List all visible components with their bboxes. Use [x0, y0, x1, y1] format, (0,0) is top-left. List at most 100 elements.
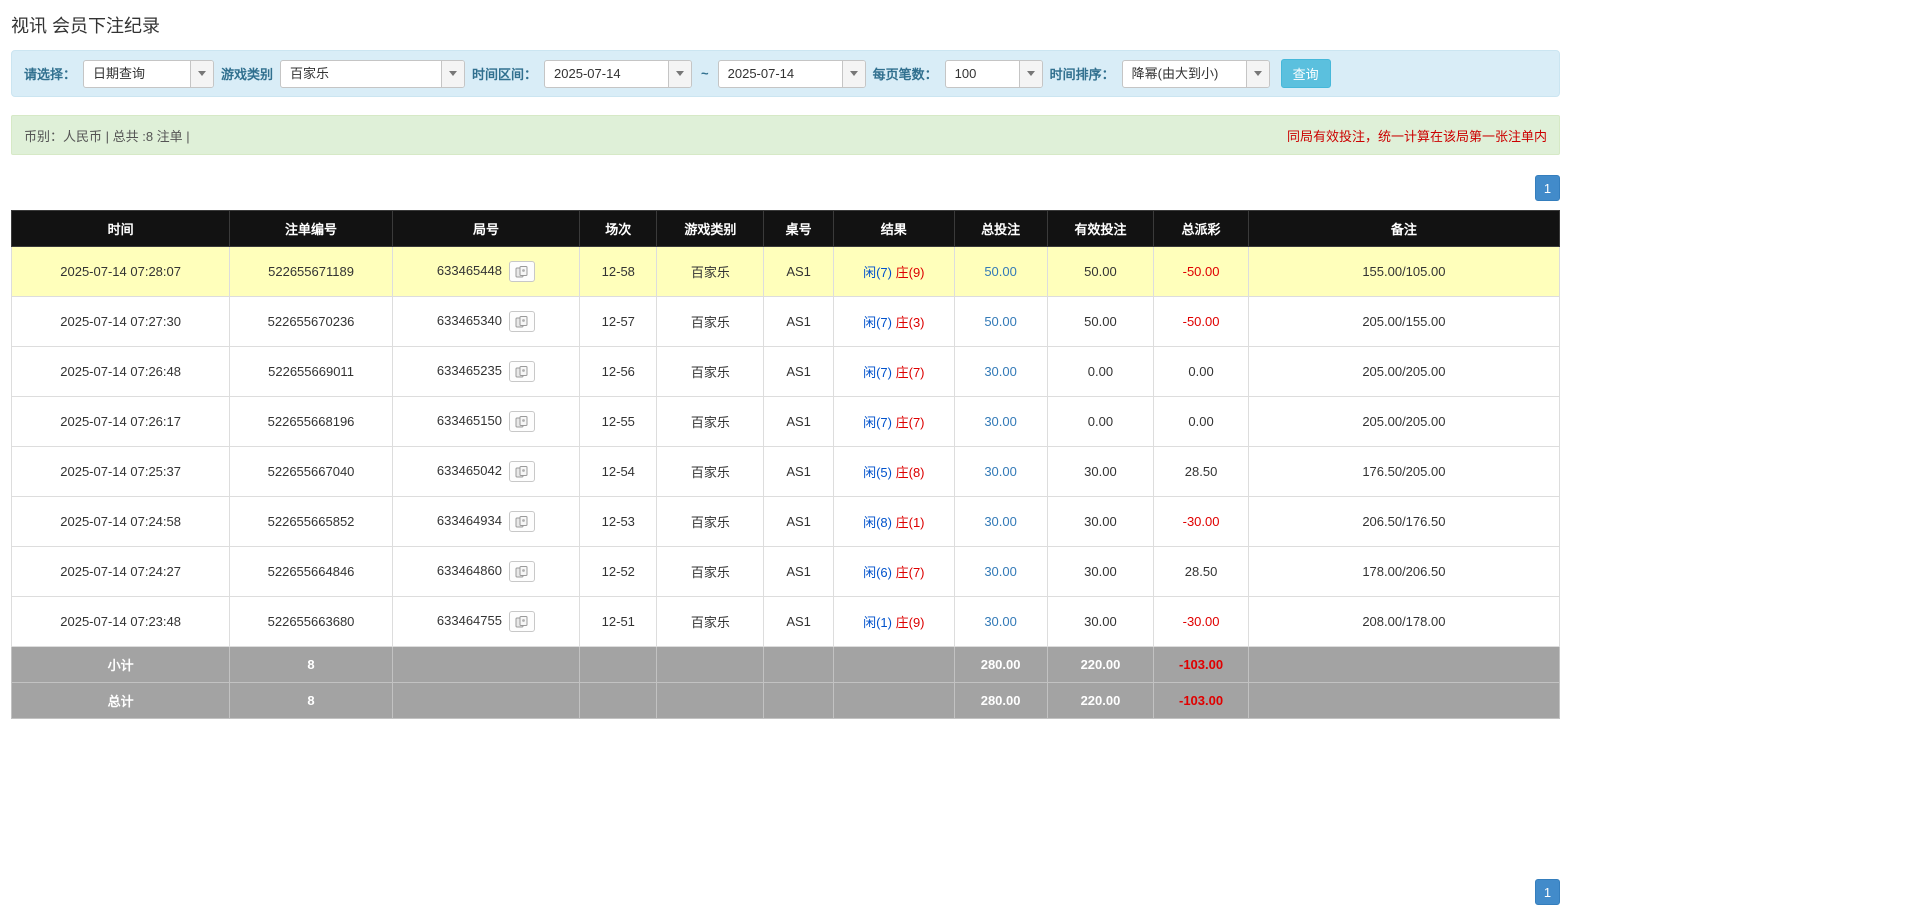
time-sort-caret-button[interactable] [1246, 61, 1269, 87]
round-detail-button[interactable] [509, 411, 535, 432]
total-bet-link[interactable]: 30.00 [984, 564, 1017, 579]
date-to-value[interactable]: 2025-07-14 [719, 61, 842, 87]
cell-bet-id: 522655667040 [230, 447, 393, 497]
result-player: 闲(7) [863, 265, 892, 280]
total-count: 8 [230, 683, 393, 719]
page-size-dropdown[interactable]: 100 [945, 60, 1043, 88]
cell-valid-bet: 50.00 [1047, 297, 1154, 347]
cell-bet-id: 522655669011 [230, 347, 393, 397]
result-player: 闲(6) [863, 565, 892, 580]
cell-bet-id: 522655670236 [230, 297, 393, 347]
cell-result: 闲(7) 庄(3) [833, 297, 954, 347]
cell-note: 208.00/178.00 [1248, 597, 1559, 647]
cell-session: 12-58 [580, 247, 657, 297]
date-range-separator: ~ [699, 66, 711, 81]
cell-round-id: 633464755 [392, 597, 579, 647]
filter-bar: 请选择： 日期查询 游戏类别 百家乐 时间区间： 2025-07-14 ~ 20… [11, 50, 1560, 97]
round-id-value: 633465042 [437, 463, 502, 478]
cell-total-bet: 30.00 [954, 497, 1047, 547]
total-bet-link[interactable]: 30.00 [984, 364, 1017, 379]
cell-game-type: 百家乐 [657, 247, 764, 297]
round-detail-button[interactable] [509, 261, 535, 282]
page-1-button[interactable]: 1 [1535, 879, 1560, 905]
game-type-value[interactable]: 百家乐 [281, 61, 441, 87]
select-type-label: 请选择： [24, 64, 76, 83]
subtotal-count: 8 [230, 647, 393, 683]
total-bet-link[interactable]: 30.00 [984, 464, 1017, 479]
header-result: 结果 [833, 211, 954, 247]
table-row: 2025-07-14 07:26:48 522655669011 6334652… [12, 347, 1560, 397]
cell-round-id: 633465042 [392, 447, 579, 497]
time-sort-dropdown[interactable]: 降幂(由大到小) [1122, 60, 1270, 88]
game-type-dropdown[interactable]: 百家乐 [280, 60, 465, 88]
total-bet-link[interactable]: 50.00 [984, 264, 1017, 279]
result-banker: 庄(7) [896, 565, 925, 580]
search-button[interactable]: 查询 [1281, 59, 1331, 88]
round-id-value: 633464934 [437, 513, 502, 528]
date-from-caret-button[interactable] [668, 61, 691, 87]
time-sort-value[interactable]: 降幂(由大到小) [1123, 61, 1246, 87]
round-id-value: 633464755 [437, 613, 502, 628]
result-player: 闲(7) [863, 315, 892, 330]
cell-time: 2025-07-14 07:27:30 [12, 297, 230, 347]
pagination-bottom: 1 [11, 879, 1560, 905]
round-detail-button[interactable] [509, 511, 535, 532]
page-size-value[interactable]: 100 [946, 61, 1019, 87]
total-row: 总计 8 280.00 220.00 -103.00 [12, 683, 1560, 719]
total-bet-link[interactable]: 30.00 [984, 614, 1017, 629]
result-banker: 庄(9) [896, 615, 925, 630]
header-game-type: 游戏类别 [657, 211, 764, 247]
subtotal-label: 小计 [12, 647, 230, 683]
cell-result: 闲(7) 庄(7) [833, 397, 954, 447]
cell-time: 2025-07-14 07:26:48 [12, 347, 230, 397]
table-footer: 小计 8 280.00 220.00 -103.00 总计 8 [12, 647, 1560, 719]
cell-payout: 28.50 [1154, 447, 1248, 497]
cell-game-type: 百家乐 [657, 597, 764, 647]
cell-note: 155.00/105.00 [1248, 247, 1559, 297]
page-size-caret-button[interactable] [1019, 61, 1042, 87]
cell-table-no: AS1 [764, 547, 834, 597]
total-bet-link[interactable]: 30.00 [984, 514, 1017, 529]
subtotal-payout: -103.00 [1154, 647, 1248, 683]
cell-result: 闲(8) 庄(1) [833, 497, 954, 547]
cell-payout: 28.50 [1154, 547, 1248, 597]
round-detail-button[interactable] [509, 361, 535, 382]
caret-down-icon [1027, 71, 1035, 76]
cell-valid-bet: 50.00 [1047, 247, 1154, 297]
total-bet-link[interactable]: 30.00 [984, 414, 1017, 429]
game-type-caret-button[interactable] [441, 61, 464, 87]
bet-records-table: 时间 注单编号 局号 场次 游戏类别 桌号 结果 总投注 有效投注 总派彩 备注… [11, 210, 1560, 719]
date-to-caret-button[interactable] [842, 61, 865, 87]
round-id-value: 633465235 [437, 363, 502, 378]
page-1-button[interactable]: 1 [1535, 175, 1560, 201]
cell-table-no: AS1 [764, 597, 834, 647]
cell-time: 2025-07-14 07:24:58 [12, 497, 230, 547]
date-from-value[interactable]: 2025-07-14 [545, 61, 668, 87]
total-bet-link[interactable]: 50.00 [984, 314, 1017, 329]
cell-note: 205.00/205.00 [1248, 347, 1559, 397]
query-type-dropdown[interactable]: 日期查询 [83, 60, 214, 88]
subtotal-total-bet: 280.00 [954, 647, 1047, 683]
cell-note: 205.00/155.00 [1248, 297, 1559, 347]
round-detail-button[interactable] [509, 561, 535, 582]
result-cards-icon [515, 266, 529, 278]
cell-game-type: 百家乐 [657, 397, 764, 447]
query-type-value[interactable]: 日期查询 [84, 61, 190, 87]
cell-note: 206.50/176.50 [1248, 497, 1559, 547]
result-player: 闲(7) [863, 415, 892, 430]
valid-bet-notice: 同局有效投注，统一计算在该局第一张注单内 [1287, 126, 1547, 145]
result-banker: 庄(7) [896, 415, 925, 430]
cell-table-no: AS1 [764, 247, 834, 297]
round-detail-button[interactable] [509, 311, 535, 332]
caret-down-icon [850, 71, 858, 76]
cell-result: 闲(1) 庄(9) [833, 597, 954, 647]
round-detail-button[interactable] [509, 461, 535, 482]
round-detail-button[interactable] [509, 611, 535, 632]
cell-bet-id: 522655664846 [230, 547, 393, 597]
query-type-caret-button[interactable] [190, 61, 213, 87]
currency-total-summary: 币别：人民币 | 总共 :8 注单 | [24, 126, 190, 145]
cell-note: 178.00/206.50 [1248, 547, 1559, 597]
date-from-picker[interactable]: 2025-07-14 [544, 60, 692, 88]
date-to-picker[interactable]: 2025-07-14 [718, 60, 866, 88]
result-cards-icon [515, 616, 529, 628]
